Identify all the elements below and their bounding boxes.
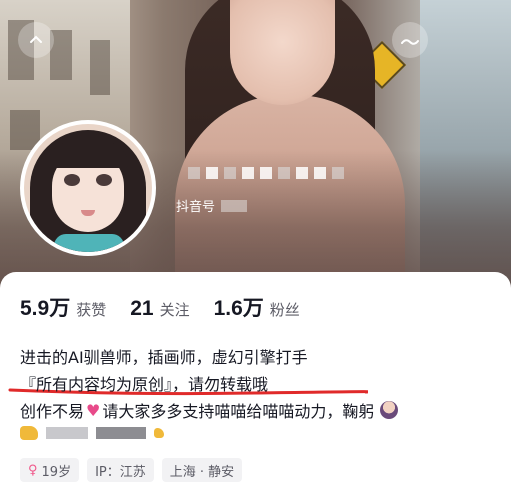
stats-row: 5.9万 获赞 21 关注 1.6万 粉丝 (20, 292, 324, 322)
age-tag-label: 19岁 (41, 464, 72, 480)
redacted-text (46, 427, 88, 439)
likes-label[interactable]: 获赞 (76, 299, 106, 320)
profile-tags: ♀ 19岁 IP：江苏 上海 · 静安 (20, 458, 243, 482)
redacted-text (96, 427, 146, 439)
location-tag[interactable]: 上海 · 静安 (161, 458, 243, 482)
back-button[interactable] (18, 22, 54, 58)
bio-line-3-end: 请大家多多支持喵喵给喵喵动力，鞠躬 (102, 402, 375, 421)
likes-count[interactable]: 5.9万 (20, 292, 70, 322)
bio-line-4 (20, 426, 164, 440)
background-face (230, 0, 335, 105)
bio-line-3-start: 创作不易 (20, 402, 85, 421)
female-icon: ♀ (28, 462, 38, 478)
ip-tag-label: IP：江苏 (95, 464, 146, 480)
douyin-id: 抖音号 (176, 196, 248, 215)
douyin-id-label: 抖音号 (176, 200, 216, 215)
bowing-person-icon (380, 401, 399, 419)
bio-line-1: 进击的AI驯兽师，插画师，虚幻引擎打手 (20, 348, 308, 367)
followers-count[interactable]: 1.6万 (214, 292, 264, 322)
followers-label[interactable]: 粉丝 (270, 299, 300, 320)
bio-line-3: 创作不易 ♥ 请大家多多支持喵喵给喵喵动力，鞠躬 (20, 398, 399, 422)
heart-icon: ♥ (86, 400, 101, 420)
following-label[interactable]: 关注 (160, 299, 190, 320)
nickname-mosaic (188, 158, 368, 188)
tilde-icon (401, 28, 419, 52)
bio-line-2: 『所有内容均为原创』，请勿转载哦 (20, 375, 269, 394)
pointing-hand-icon (20, 426, 38, 440)
douyin-id-mosaic (221, 199, 248, 212)
age-tag: ♀ 19岁 (20, 458, 80, 482)
following-count[interactable]: 21 (130, 297, 153, 321)
small-pointing-hand-icon (154, 428, 164, 438)
avatar[interactable] (20, 120, 156, 256)
chevron-icon (28, 28, 44, 52)
ip-tag: IP：江苏 (87, 458, 154, 482)
location-tag-label: 上海 · 静安 (169, 464, 235, 480)
more-button[interactable] (392, 22, 428, 58)
